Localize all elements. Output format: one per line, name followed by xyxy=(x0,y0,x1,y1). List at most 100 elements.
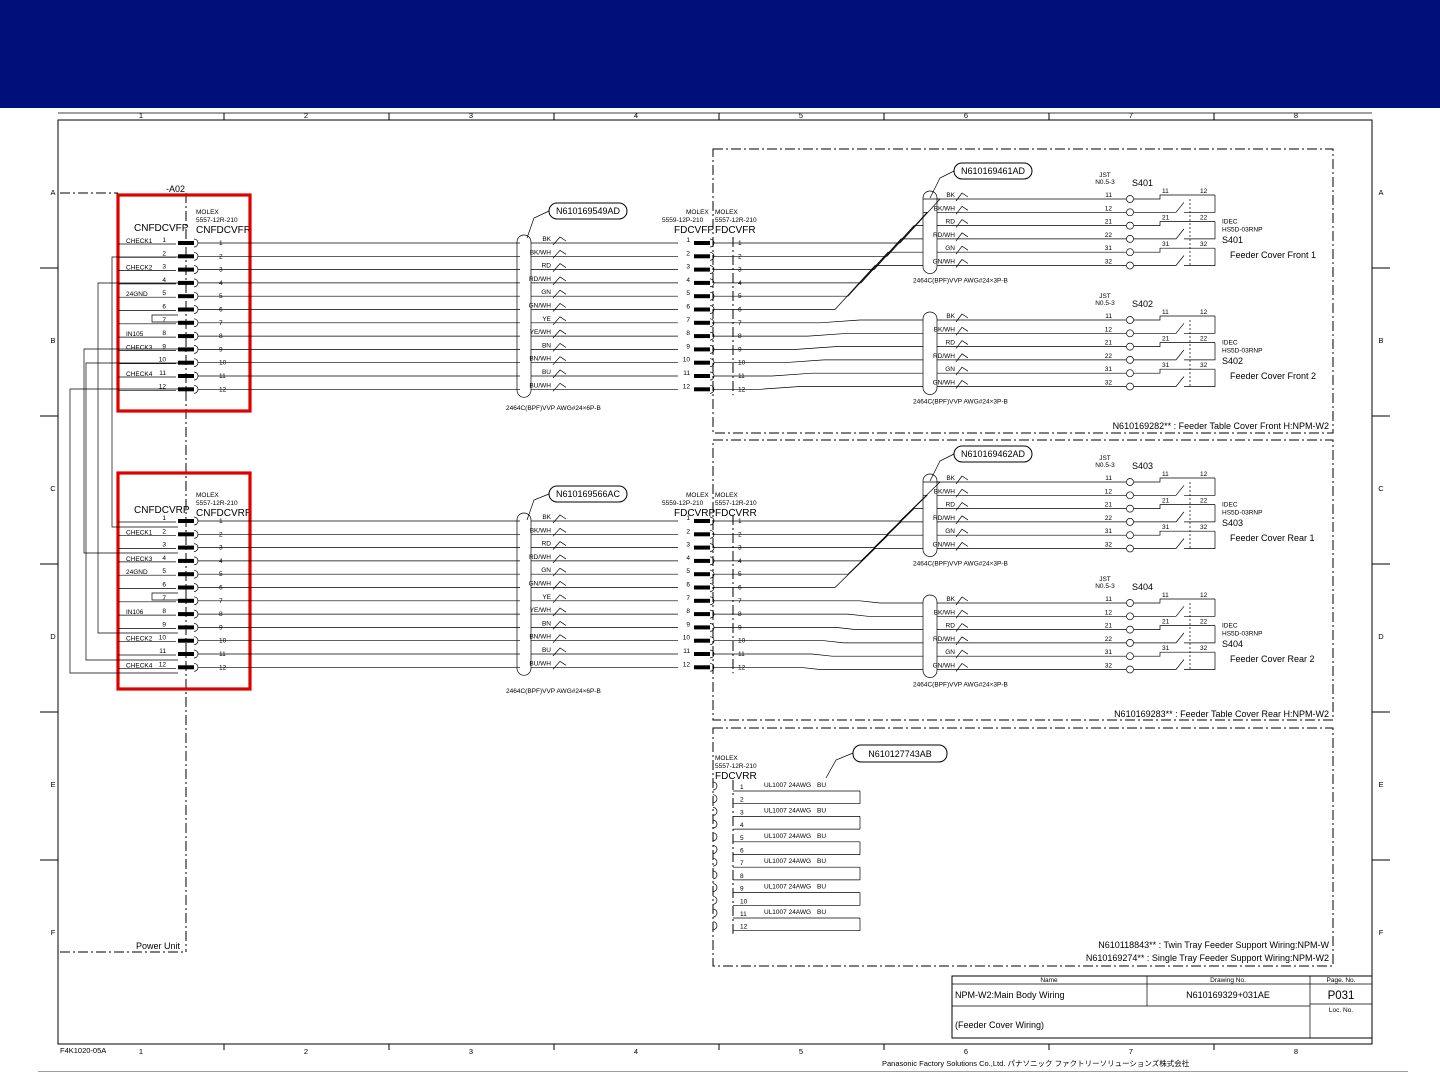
signal-label: IN106 xyxy=(126,609,144,616)
switch-description: Feeder Cover Rear 2 xyxy=(1230,654,1315,664)
pin-number: 12 xyxy=(738,386,746,393)
wire-color-label: BK/WH xyxy=(530,527,552,534)
pin-number: 8 xyxy=(162,330,166,337)
pin-number: 4 xyxy=(738,280,742,287)
signal-label: 24GND xyxy=(126,291,148,298)
switch-name: S401 xyxy=(1132,178,1153,188)
pin-number: 1 xyxy=(738,518,742,525)
connector-label: FDCVRR xyxy=(715,771,757,782)
terminal xyxy=(1126,544,1134,553)
connector-maker: MOLEX xyxy=(715,209,738,216)
pin-socket xyxy=(712,895,718,905)
contact-label: 31 xyxy=(1162,362,1170,369)
twist-mark xyxy=(955,259,969,268)
pin-contact xyxy=(178,387,194,392)
row-label: F xyxy=(1379,928,1384,937)
idec-label: HS5D-03RNP xyxy=(1222,348,1262,355)
pin-number: 12 xyxy=(740,924,748,931)
terminal xyxy=(1126,342,1134,351)
terminal xyxy=(1126,665,1134,674)
connector-maker: MOLEX xyxy=(196,492,219,499)
pin-number: 9 xyxy=(162,343,166,350)
terminal-number: 22 xyxy=(1105,353,1113,360)
wire-spec: UL1007 24AWG xyxy=(764,884,811,891)
pin-number: 10 xyxy=(683,357,691,364)
cable-spec: 2464C(BPF)VVP AWG#24×3P-B xyxy=(913,682,1008,689)
switch-cable-callout-rear: N610169462AD xyxy=(929,445,1033,482)
pin-number: 2 xyxy=(686,528,690,535)
pin-contact xyxy=(694,334,710,339)
contact-wire xyxy=(1134,247,1215,253)
pin-socket xyxy=(712,781,718,791)
idec-label: HS5D-03RNP xyxy=(1222,510,1262,517)
pin-socket xyxy=(193,569,199,579)
twist-mark xyxy=(955,609,969,619)
pin-contact xyxy=(178,334,194,339)
col-label: 3 xyxy=(469,111,473,120)
pin-number: 9 xyxy=(219,624,223,631)
pin-number: 3 xyxy=(686,264,690,271)
wire-color-label: BU xyxy=(817,807,826,814)
wire-color-label: BK xyxy=(946,313,955,320)
twist-mark xyxy=(552,660,567,670)
contact-wire xyxy=(1184,316,1216,334)
pin-number: 2 xyxy=(162,528,166,535)
wire xyxy=(740,211,928,257)
power-unit-boundary: -A02 Power Unit xyxy=(60,184,187,953)
col-label: 4 xyxy=(634,1047,638,1056)
wire xyxy=(740,508,923,548)
contact-label: 21 xyxy=(1162,336,1170,343)
cable-spec: 2464C(BPF)VVP AWG#24×6P-B xyxy=(506,405,601,412)
row-label: E xyxy=(1378,780,1383,789)
terminal-number: 31 xyxy=(1105,649,1113,656)
pin-socket xyxy=(712,845,718,854)
wire xyxy=(740,627,923,630)
pin-contact xyxy=(178,652,194,656)
wire xyxy=(740,640,923,644)
power-unit-label: Power Unit xyxy=(136,941,181,951)
pin-socket xyxy=(712,870,718,880)
pin-number: 11 xyxy=(159,370,166,377)
contact-wire xyxy=(1134,342,1215,347)
contact-wire xyxy=(1134,625,1215,630)
pin-socket xyxy=(712,807,718,816)
switch-description: Feeder Cover Front 2 xyxy=(1230,371,1316,381)
wire xyxy=(740,521,923,562)
wire-color-label: YE/WH xyxy=(530,329,552,336)
jst-label: N0.5-3 xyxy=(1095,300,1115,307)
pin-number: 3 xyxy=(162,264,166,271)
contact-wire xyxy=(1134,376,1185,387)
connector-part: 5557-12R-210 xyxy=(715,500,757,507)
twist-mark xyxy=(552,289,567,299)
pin-contact xyxy=(694,558,710,563)
twist-mark xyxy=(955,488,969,498)
terminal-number: 21 xyxy=(1105,219,1113,226)
pin-number: 9 xyxy=(738,346,742,353)
pin-number: 12 xyxy=(738,664,746,671)
a02-label: -A02 xyxy=(166,184,185,194)
wire-color-label: BK xyxy=(946,475,955,482)
terminal xyxy=(1126,491,1134,500)
contact-wire xyxy=(1134,511,1185,523)
pin-number: 12 xyxy=(159,661,167,668)
pin-number: 8 xyxy=(738,333,742,340)
wire-color-label: BK xyxy=(946,192,955,199)
col-label: 8 xyxy=(1294,111,1298,120)
pin-contact xyxy=(178,558,194,563)
terminal-number: 21 xyxy=(1105,623,1113,630)
pin-number: 12 xyxy=(219,664,227,671)
pin-contact xyxy=(178,598,194,603)
wire-color-label: RD/WH xyxy=(933,353,955,360)
wire-color-label: BN xyxy=(542,342,551,349)
pin-socket xyxy=(193,596,199,606)
twist-mark xyxy=(955,502,969,511)
drawing-header: Drawing No. xyxy=(1210,977,1246,984)
pin-contact xyxy=(178,612,194,617)
twist-mark xyxy=(955,663,969,672)
idec-label: HS5D-03RNP xyxy=(1222,227,1262,234)
pin-number: 4 xyxy=(219,280,223,287)
wire-spec: UL1007 24AWG xyxy=(764,833,811,840)
wire xyxy=(740,548,923,588)
wire-color-label: GN/WH xyxy=(529,581,552,588)
terminal xyxy=(1126,356,1134,364)
